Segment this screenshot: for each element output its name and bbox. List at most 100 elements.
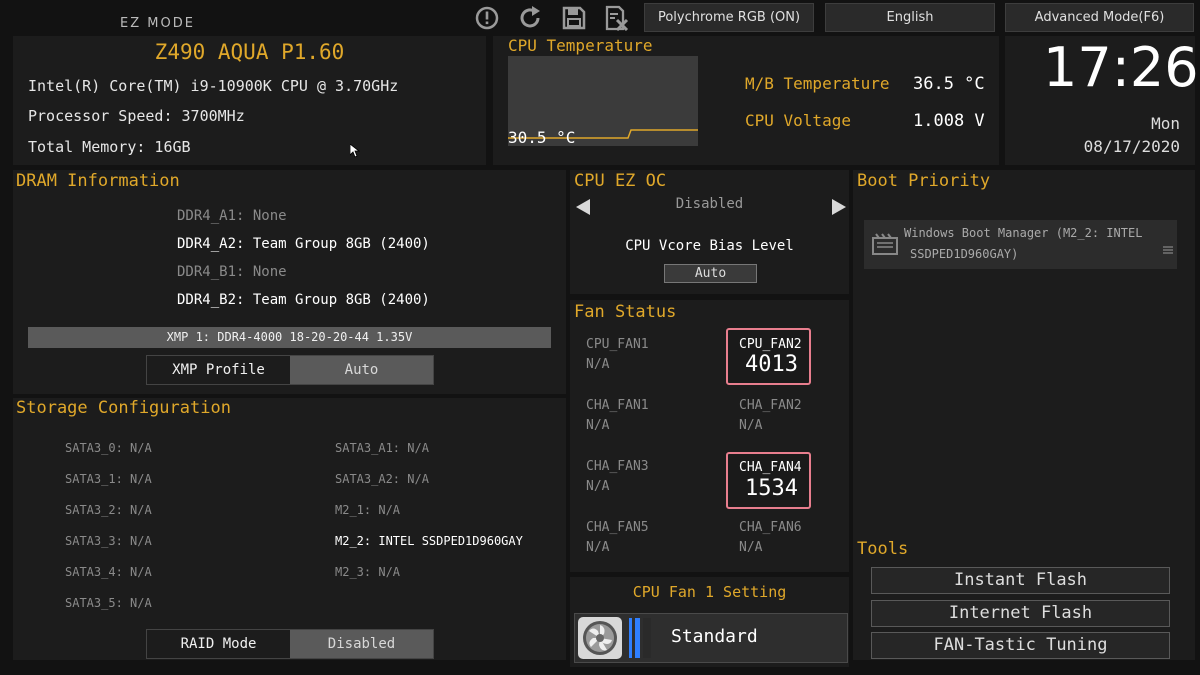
raid-mode-toggle[interactable]: RAID Mode Disabled [146,629,434,659]
fan-name: CHA_FAN3 [586,459,649,474]
fan-speed: 4013 [745,352,798,377]
fan-speed: 1534 [745,476,798,501]
tools-title: Tools [857,539,909,559]
fan-name: CHA_FAN5 [586,520,649,535]
fan-name: CHA_FAN6 [739,520,802,535]
dram-slot-b2: DDR4_B2: Team Group 8GB (2400) [177,292,430,308]
storage-port-sata3-5: SATA3_5: N/A [65,596,152,610]
raid-mode-label: RAID Mode [147,630,290,658]
fan-speed: N/A [586,418,610,433]
dram-slot-a2: DDR4_A2: Team Group 8GB (2400) [177,236,430,252]
boot-device-icon [872,233,898,259]
fan-cha-fan1: CHA_FAN1 N/A [586,396,649,436]
fan-speed: N/A [586,540,610,555]
ez-oc-value[interactable]: Disabled [570,196,849,212]
internet-flash-button[interactable]: Internet Flash [871,600,1170,627]
language-button[interactable]: English [825,3,995,32]
xmp-info-bar: XMP 1: DDR4-4000 18-20-20-44 1.35V [28,327,551,348]
mb-temperature-value: 36.5 °C [913,74,985,94]
fan-cha-fan3: CHA_FAN3 N/A [586,457,649,497]
fan-status-panel: Fan Status CPU_FAN1 N/A CPU_FAN2 4013 CH… [570,300,849,572]
save-icon[interactable] [561,5,587,31]
mode-label: EZ MODE [120,16,195,31]
storage-port-m2-2: M2_2: INTEL SSDPED1D960GAY [335,534,523,548]
dram-title: DRAM Information [16,171,180,191]
fan-name: CPU_FAN2 [739,337,802,352]
storage-configuration-panel: Storage Configuration SATA3_0: N/A SATA3… [13,398,566,660]
fan-cha-fan6: CHA_FAN6 N/A [739,518,802,558]
storage-port-sata3-0: SATA3_0: N/A [65,441,152,455]
fan-level-bar [643,618,651,658]
fan-level-bar [635,618,640,658]
processor-speed: Processor Speed: 3700MHz [28,107,245,125]
fan-speed: N/A [739,418,763,433]
advanced-mode-button[interactable]: Advanced Mode(F6) [1005,3,1194,32]
fan-cha-fan4: CHA_FAN4 1534 [726,452,811,509]
vcore-bias-label: CPU Vcore Bias Level [625,238,794,254]
fan-name: CPU_FAN1 [586,337,649,352]
boot-item-line1: Windows Boot Manager (M2_2: INTEL [904,226,1143,240]
info-icon[interactable] [474,5,500,31]
clock-date: 08/17/2020 [1083,137,1180,156]
cpu-voltage-value: 1.008 V [913,111,985,131]
xmp-profile-toggle[interactable]: XMP Profile Auto [146,355,434,385]
cpu-temperature-graph: 30.5 °C [508,56,698,147]
instant-flash-button[interactable]: Instant Flash [871,567,1170,594]
fan-name: CHA_FAN1 [586,398,649,413]
dram-slot-a1: DDR4_A1: None [177,208,287,224]
ez-oc-next-icon[interactable] [832,199,846,215]
storage-port-m2-3: M2_3: N/A [335,565,401,579]
fan-level-bar [629,618,632,658]
storage-port-sata3-a2: SATA3_A2: N/A [335,472,429,486]
cpu-temperature-title: CPU Temperature [508,36,653,55]
discard-icon[interactable] [604,5,630,32]
fan-cha-fan2: CHA_FAN2 N/A [739,396,802,436]
drag-handle-icon[interactable] [1163,239,1173,258]
fan-name: CHA_FAN4 [739,460,802,475]
cpu-ez-oc-panel: CPU EZ OC Disabled CPU Vcore Bias Level … [570,170,849,294]
storage-port-m2-1: M2_1: N/A [335,503,401,517]
refresh-icon[interactable] [517,5,543,31]
cpu-temperature-value: 30.5 °C [508,128,576,147]
cpu-voltage-label: CPU Voltage [745,111,851,130]
mouse-cursor-icon [349,143,361,162]
temperature-panel: CPU Temperature 30.5 °C M/B Temperature … [493,36,999,165]
storage-port-sata3-1: SATA3_1: N/A [65,472,152,486]
storage-title: Storage Configuration [16,398,231,418]
total-memory: Total Memory: 16GB [28,138,191,156]
clock-time: 17:26 [1043,36,1199,99]
cpu-fan-setting-title: CPU Fan 1 Setting [632,583,787,601]
storage-port-sata3-4: SATA3_4: N/A [65,565,152,579]
fan-icon [577,616,623,664]
boot-item-windows[interactable]: Windows Boot Manager (M2_2: INTEL SSDPED… [864,220,1177,269]
dram-information-panel: DRAM Information DDR4_A1: None DDR4_A2: … [13,170,566,394]
fan-speed: N/A [586,357,610,372]
raid-mode-value[interactable]: Disabled [290,630,433,658]
vcore-bias-select[interactable]: Auto [664,264,757,283]
dram-slot-b1: DDR4_B1: None [177,264,287,280]
xmp-profile-label: XMP Profile [147,356,290,384]
boot-item-line2: SSDPED1D960GAY) [910,247,1019,261]
system-info-panel: Z490 AQUA P1.60 Intel(R) Core(TM) i9-109… [13,36,486,165]
fan-tastic-tuning-button[interactable]: FAN-Tastic Tuning [871,632,1170,659]
mb-temperature-label: M/B Temperature [745,74,890,93]
boot-priority-title: Boot Priority [857,171,991,191]
clock-panel: 17:26 Mon 08/17/2020 [1005,36,1199,165]
board-title: Z490 AQUA P1.60 [154,40,345,64]
cpu-fan-setting-selector[interactable]: Standard [574,613,848,663]
storage-port-sata3-3: SATA3_3: N/A [65,534,152,548]
cpu-model: Intel(R) Core(TM) i9-10900K CPU @ 3.70GH… [28,77,399,95]
cpu-fan-setting-value: Standard [671,626,758,647]
xmp-profile-value[interactable]: Auto [290,356,433,384]
cpu-fan-setting-panel: CPU Fan 1 Setting Standard [570,577,849,667]
fan-cha-fan5: CHA_FAN5 N/A [586,518,649,558]
fan-speed: N/A [739,540,763,555]
polychrome-rgb-button[interactable]: Polychrome RGB (ON) [644,3,814,32]
storage-port-sata3-2: SATA3_2: N/A [65,503,152,517]
storage-port-sata3-a1: SATA3_A1: N/A [335,441,429,455]
clock-day: Mon [1151,114,1180,133]
fan-cpu-fan2: CPU_FAN2 4013 [726,328,811,385]
fan-speed: N/A [586,479,610,494]
fan-cpu-fan1: CPU_FAN1 N/A [586,335,649,375]
fan-name: CHA_FAN2 [739,398,802,413]
